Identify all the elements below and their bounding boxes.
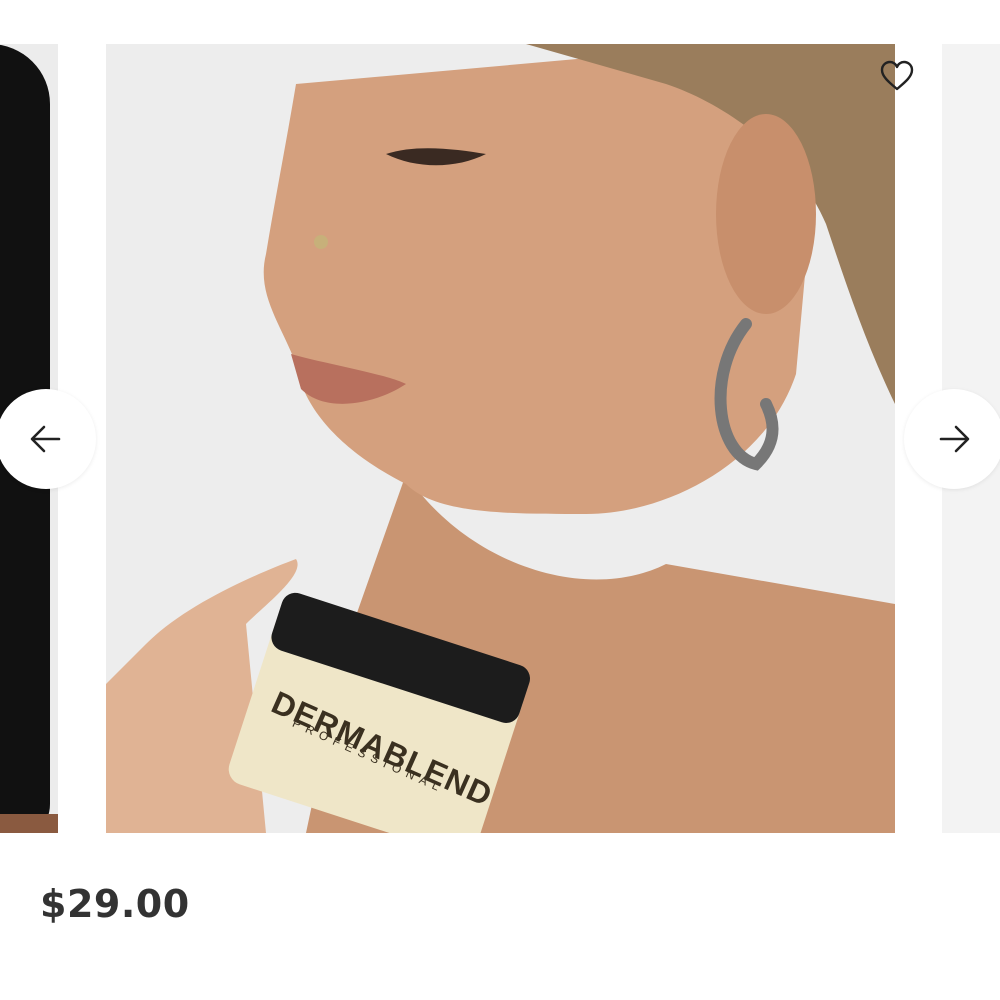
carousel-slide-current[interactable]: DERMABLEND PROFESSIONAL: [106, 44, 895, 833]
carousel-prev-button[interactable]: [0, 389, 96, 489]
favorite-button[interactable]: [878, 58, 916, 94]
arrow-left-icon: [30, 425, 61, 453]
carousel-next-button[interactable]: [904, 389, 1000, 489]
product-image-carousel[interactable]: DERMABLEND PROFESSIONAL: [0, 0, 1000, 860]
arrow-right-icon: [939, 425, 970, 453]
slide-prev-shoulder: [0, 814, 58, 833]
heart-outline-icon: [880, 60, 914, 91]
product-page: DERMABLEND PROFESSIONAL $29.00: [0, 0, 1000, 1000]
product-model-photo: [106, 44, 895, 833]
product-price: $29.00: [40, 882, 190, 926]
